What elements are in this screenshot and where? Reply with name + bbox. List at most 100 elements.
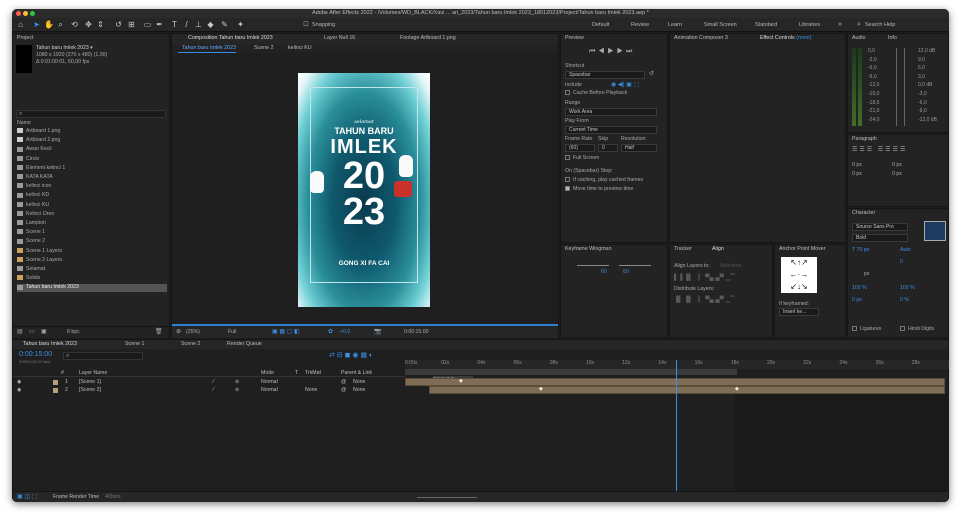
tab-composition[interactable]: Composition Tahun baru Imlek 2023 <box>184 34 273 43</box>
layer-name[interactable]: [Scene 1] <box>79 378 101 386</box>
rectangle-tool-icon[interactable]: ▭ <box>143 20 152 30</box>
audio-slider-left[interactable] <box>896 48 897 126</box>
precomp-icon[interactable]: ⊘ <box>235 378 239 386</box>
minimize-window-icon[interactable] <box>23 11 28 16</box>
comp-canvas[interactable]: selamat TAHUN BARU IMLEK 20 23 GONG XI F… <box>298 73 430 307</box>
layer-switch-icon[interactable]: ⁄ <box>213 378 214 386</box>
project-item[interactable]: Kelinci Oren <box>17 211 167 219</box>
layer-bar-scene1[interactable] <box>405 378 945 386</box>
workspace-default[interactable]: Default <box>592 18 609 32</box>
tab-audio[interactable]: Audio <box>848 34 866 43</box>
new-folder-icon[interactable]: ▭ <box>29 329 35 337</box>
channel-icon[interactable]: ✿ <box>328 329 333 337</box>
workspace-small-screen[interactable]: Small Screen <box>704 18 737 32</box>
project-item[interactable]: kelinci KD <box>17 192 167 200</box>
space-after[interactable]: 0 px <box>892 171 902 179</box>
cache-before-playback[interactable]: Cache Before Playback <box>565 90 627 98</box>
font-family-dropdown[interactable]: Source Sans Pro <box>852 223 908 231</box>
horizontal-scale-field[interactable]: 100 % <box>900 285 915 293</box>
always-preview-icon[interactable]: ⊕ <box>176 329 181 337</box>
hand-tool-icon[interactable]: ✋ <box>44 20 54 30</box>
project-item[interactable]: kelinci KU <box>17 202 167 210</box>
include-video-audio-icons[interactable]: ◉ ◀) ▣ ⬚ <box>611 82 639 90</box>
search-help-icon[interactable]: ⌕ <box>857 18 861 32</box>
layer-mode-dropdown[interactable]: Normal <box>261 386 278 394</box>
fill-color-swatch[interactable] <box>924 221 946 241</box>
preview-tab[interactable]: Preview <box>561 34 584 43</box>
audio-slider-right[interactable] <box>904 48 905 126</box>
workspace-standard[interactable]: Standard <box>755 18 777 32</box>
time-ruler[interactable]: 0:00s 02s 04s 06s 08s 10s 12s 14s 16s 18s 20s 22s 24… <box>405 360 949 369</box>
zoom-tool-icon[interactable]: ⌕ <box>56 20 65 30</box>
dolly-tool-icon[interactable]: ⇕ <box>96 20 105 30</box>
timeline-switches-icons[interactable]: ⇄ ⊟ ◼ ◉ ▦ ◐ <box>329 352 373 360</box>
layer-color-swatch[interactable] <box>53 387 58 393</box>
project-item[interactable]: kelinci icon <box>17 183 167 191</box>
col-layer-name[interactable]: Layer Name <box>79 369 107 377</box>
layer-parent-dropdown[interactable]: None <box>353 386 365 394</box>
pan-behind-tool-icon[interactable]: ⊞ <box>127 20 136 30</box>
easing-slider-in[interactable] <box>577 265 609 266</box>
exposure-value[interactable]: +0,0 <box>340 329 350 337</box>
ease-in-value[interactable]: 60 <box>601 269 607 277</box>
selection-tool-icon[interactable]: ➤ <box>32 20 41 30</box>
playhead[interactable] <box>676 360 677 502</box>
interpret-footage-icon[interactable]: ▤ <box>17 329 23 337</box>
rotate-tool-icon[interactable]: ↺ <box>114 20 123 30</box>
precomp-icon[interactable]: ⊘ <box>235 386 239 394</box>
puppet-tool-icon[interactable]: ✦ <box>236 20 245 30</box>
paragraph-align-buttons[interactable]: ☰☰☰ ☰☰☰☰ <box>852 147 907 155</box>
reset-icon[interactable]: ↺ <box>649 71 654 79</box>
playback-controls[interactable]: ⏮◀▶▶⏭ <box>589 48 635 56</box>
space-before[interactable]: 0 px <box>852 171 862 179</box>
region-of-interest-icon[interactable]: ▣ ▦ ▢ ◧ <box>272 329 300 337</box>
project-item[interactable]: Scene 1 <box>17 229 167 237</box>
tsume-field[interactable]: 0 % <box>900 297 909 305</box>
project-search-input[interactable]: ⌕ <box>16 110 166 118</box>
more-workspaces-icon[interactable]: » <box>838 18 842 32</box>
zoom-window-icon[interactable] <box>30 11 35 16</box>
hindi-digits-checkbox[interactable]: Hindi Digits <box>900 326 934 334</box>
pen-tool-icon[interactable]: ✒ <box>155 20 164 30</box>
keyframe-marker-3[interactable]: ◆ <box>735 386 739 392</box>
work-area-bar[interactable] <box>405 369 737 375</box>
project-item[interactable]: Scene 2 <box>17 238 167 246</box>
anchor-grid[interactable]: ↖↑↗ ←·→ ↙↓↘ <box>781 257 817 293</box>
tab-effect-controls[interactable]: Effect Controls (none) <box>756 34 811 43</box>
layer-parent-dropdown[interactable]: None <box>353 378 365 386</box>
home-icon[interactable]: ⌂ <box>16 20 25 30</box>
layer-bar-scene2[interactable] <box>429 386 945 394</box>
delete-icon[interactable]: 🗑 <box>155 329 163 337</box>
stop-option-cache[interactable]: If caching, play cached frames <box>565 177 643 185</box>
project-item[interactable]: Awan Kecil <box>17 146 167 154</box>
align-buttons[interactable]: ▌▐ ▐▌ ▕▏ ▀▄ ▄▀ ▁▔ <box>674 275 735 283</box>
ease-out-value[interactable]: 60 <box>623 269 629 277</box>
workspace-review[interactable]: Review <box>631 18 649 32</box>
play-from-dropdown[interactable]: Current Time <box>565 126 657 134</box>
visibility-eye-icon[interactable]: ◉ <box>17 378 22 386</box>
tracking-field[interactable]: 0 <box>900 259 903 267</box>
easing-slider-out[interactable] <box>619 265 651 266</box>
timeline-tab-scene1[interactable]: Scene 1 <box>121 340 144 349</box>
keyframe-marker-2[interactable]: ◆ <box>539 386 543 392</box>
stroke-width-field[interactable]: px <box>864 271 869 279</box>
snapping-checkbox[interactable]: ☐ <box>302 20 310 30</box>
full-screen-checkbox[interactable]: Full Screen <box>565 155 599 163</box>
tab-info[interactable]: Info <box>884 34 897 43</box>
visibility-eye-icon[interactable]: ◉ <box>17 386 22 394</box>
orbit-tool-icon[interactable]: ⟲ <box>70 20 79 30</box>
project-item[interactable]: Circle <box>17 156 167 164</box>
tab-tracker[interactable]: Tracker <box>670 245 692 254</box>
tab-animation-composer[interactable]: Animation Composer 3 <box>670 34 728 43</box>
font-style-dropdown[interactable]: Bold <box>852 234 908 242</box>
breadcrumb-kelinci[interactable]: kelinci KU <box>284 44 312 53</box>
timeline-search-input[interactable]: ⌕ <box>63 352 143 360</box>
tab-footage[interactable]: Footage Artboard 1.png <box>396 34 456 43</box>
resolution-dropdown[interactable]: Full <box>228 329 236 337</box>
project-item[interactable]: KATA KATA <box>17 174 167 182</box>
tab-align[interactable]: Align <box>708 245 724 254</box>
timeline-tab-main[interactable]: Tahun baru Imlek 2023 <box>19 340 77 349</box>
paragraph-tab[interactable]: Paragraph <box>848 135 877 144</box>
project-item[interactable]: Lampion <box>17 220 167 228</box>
layer-mode-dropdown[interactable]: Normal <box>261 378 278 386</box>
